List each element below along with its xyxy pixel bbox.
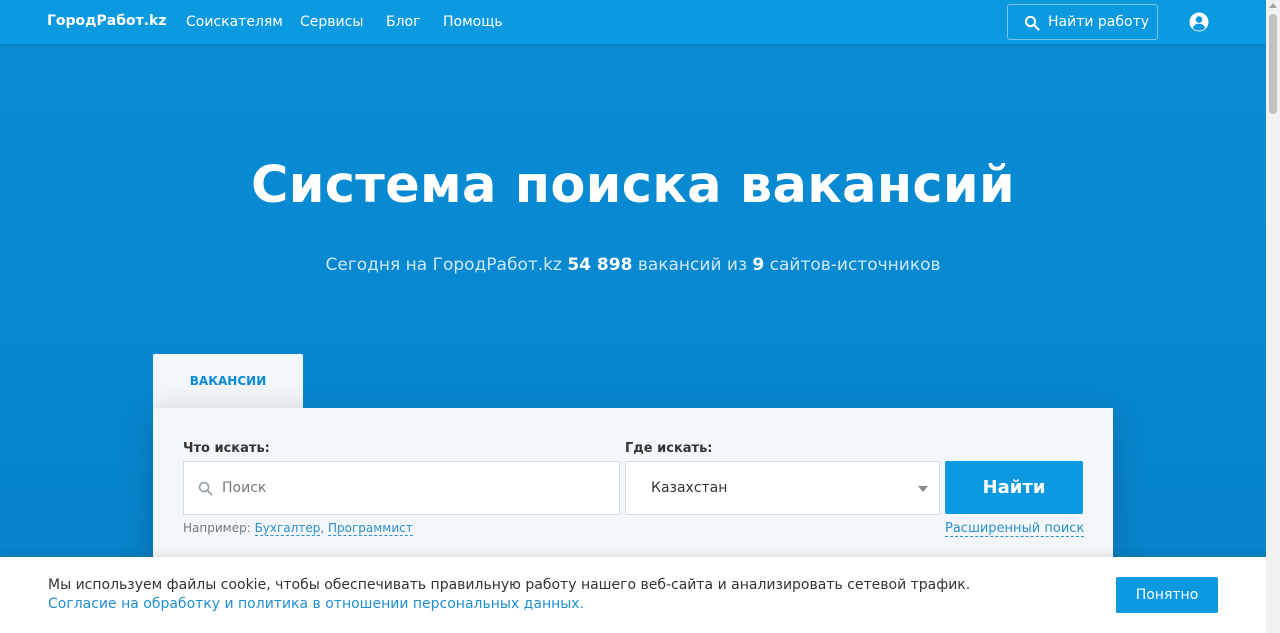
location-value: Казахстан [651, 480, 728, 496]
hero-subtitle: Сегодня на ГородРабот.kz 54 898 вакансий… [0, 255, 1266, 275]
location-select[interactable]: Казахстан [625, 461, 940, 515]
search-examples: Например: Бухгалтер, Программист [183, 521, 413, 536]
page: ГородРабот.kz Соискателям Сервисы Блог П… [0, 0, 1266, 633]
tab-vacancies-label: ВАКАНСИИ [189, 374, 267, 388]
privacy-policy-link[interactable]: Согласие на обработку и политика в отнош… [48, 596, 584, 612]
hero-sub-mid: вакансий из [637, 255, 747, 275]
cookie-banner: Мы используем файлы cookie, чтобы обеспе… [0, 557, 1266, 633]
example-link-accountant[interactable]: Бухгалтер [254, 521, 321, 536]
hero-title: Система поиска вакансий [251, 156, 1015, 215]
hero-sub-prefix: Сегодня на ГородРабот.kz [325, 255, 562, 275]
source-count: 9 [752, 255, 765, 275]
search-icon [198, 481, 213, 496]
page-scrollbar[interactable] [1266, 0, 1280, 633]
search-submit-button[interactable]: Найти [945, 461, 1083, 514]
search-input[interactable] [222, 476, 602, 500]
find-job-label: Найти работу [1048, 14, 1150, 30]
chevron-down-icon [918, 486, 928, 492]
scrollbar-thumb[interactable] [1269, 14, 1277, 114]
where-label: Где искать: [625, 441, 713, 456]
what-label: Что искать: [183, 441, 270, 456]
hero-sub-suffix: сайтов-источников [769, 255, 941, 275]
vacancy-count: 54 898 [567, 255, 633, 275]
advanced-search-link[interactable]: Расширенный поиск [945, 521, 1085, 537]
tab-vacancies[interactable]: ВАКАНСИИ [153, 354, 303, 410]
top-navigation-bar: ГородРабот.kz Соискателям Сервисы Блог П… [0, 0, 1266, 44]
search-input-box[interactable] [183, 461, 620, 515]
cookie-accept-button[interactable]: Понятно [1116, 577, 1218, 613]
scroll-up-arrow-icon[interactable] [1269, 3, 1277, 8]
example-link-programmer[interactable]: Программист [327, 521, 413, 536]
search-icon [1024, 15, 1040, 31]
nav-item-blog[interactable]: Блог [386, 14, 420, 30]
nav-item-services[interactable]: Сервисы [300, 14, 363, 30]
examples-prefix: Например: [183, 521, 251, 535]
search-panel: Что искать: Где искать: Казахстан Найти … [153, 408, 1113, 568]
nav-item-job-seekers[interactable]: Соискателям [186, 14, 283, 30]
cookie-text: Мы используем файлы cookie, чтобы обеспе… [48, 577, 971, 593]
nav-item-help[interactable]: Помощь [443, 14, 503, 30]
find-job-button[interactable]: Найти работу [1007, 4, 1158, 40]
site-logo[interactable]: ГородРабот.kz [47, 13, 166, 29]
user-account-icon[interactable] [1189, 12, 1209, 32]
